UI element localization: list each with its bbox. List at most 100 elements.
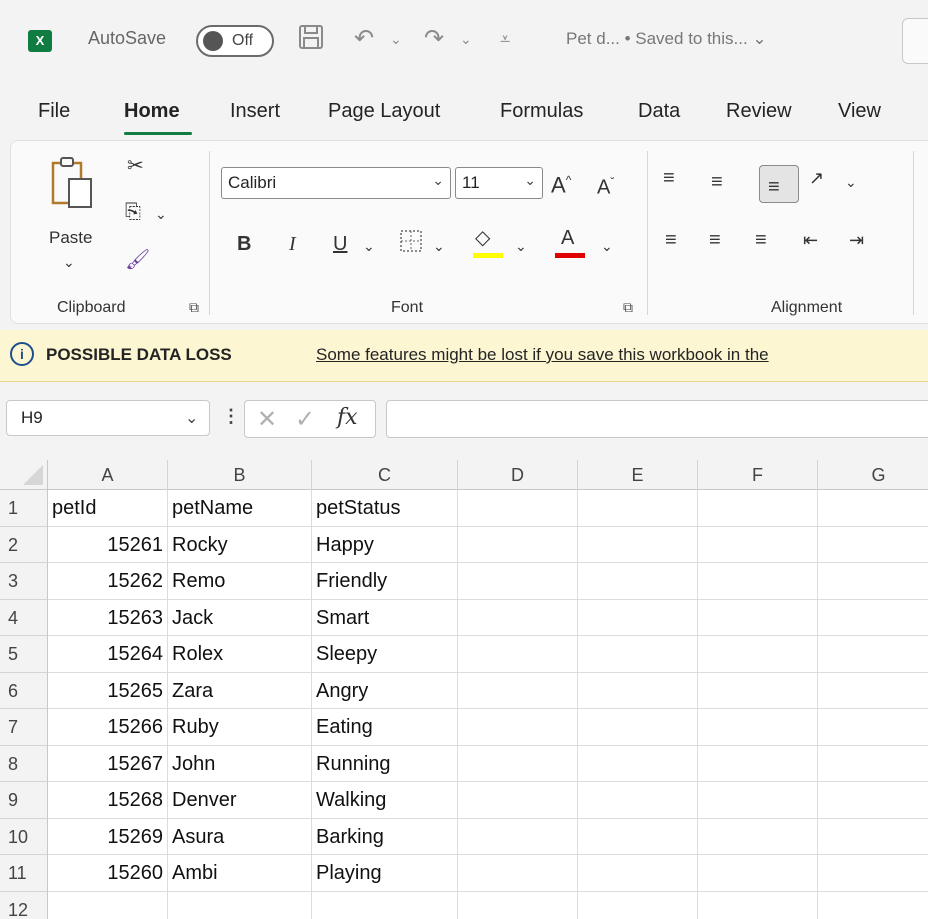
cell-e5[interactable]	[578, 636, 698, 673]
cell-c7[interactable]: Eating	[312, 709, 458, 746]
cell-g9[interactable]	[818, 782, 928, 819]
insert-function-icon[interactable]: fx	[337, 405, 358, 430]
customize-toolbar-icon[interactable]: ⩡	[500, 24, 510, 54]
cell-c8[interactable]: Running	[312, 745, 458, 782]
cut-icon[interactable]: ✂	[127, 155, 144, 177]
cell-f9[interactable]	[698, 782, 818, 819]
tab-formulas[interactable]: Formulas	[500, 100, 583, 123]
tab-data[interactable]: Data	[638, 100, 680, 123]
cell-g5[interactable]	[818, 636, 928, 673]
cell-a10[interactable]: 15269	[48, 818, 168, 855]
cell-e7[interactable]	[578, 709, 698, 746]
cell-b11[interactable]: Ambi	[168, 855, 312, 892]
cell-a1[interactable]: petId	[48, 490, 168, 527]
cell-c4[interactable]: Smart	[312, 599, 458, 636]
cell-d2[interactable]	[458, 526, 578, 563]
cell-d1[interactable]	[458, 490, 578, 527]
cell-d8[interactable]	[458, 745, 578, 782]
cell-b8[interactable]: John	[168, 745, 312, 782]
enter-icon[interactable]: ✓	[295, 405, 315, 434]
font-name-combo[interactable]: Calibri ⌄	[221, 167, 451, 199]
copy-icon[interactable]: ⎘	[125, 201, 141, 223]
cell-g6[interactable]	[818, 673, 928, 709]
font-size-dropdown-icon[interactable]: ⌄	[524, 172, 536, 189]
cell-g7[interactable]	[818, 709, 928, 746]
cell-c9[interactable]: Walking	[312, 782, 458, 819]
undo-icon[interactable]: ↶	[354, 24, 374, 54]
cell-c3[interactable]: Friendly	[312, 563, 458, 600]
cell-a8[interactable]: 15267	[48, 745, 168, 782]
column-header-a[interactable]: A	[48, 460, 168, 490]
cell-b3[interactable]: Remo	[168, 563, 312, 600]
tab-page-layout[interactable]: Page Layout	[328, 100, 440, 123]
cell-f6[interactable]	[698, 672, 818, 709]
column-header-g[interactable]: G	[818, 460, 928, 490]
column-header-b[interactable]: B	[168, 460, 312, 490]
align-right-icon[interactable]: ≡	[755, 229, 767, 251]
cell-g4[interactable]	[818, 600, 928, 636]
cell-e6[interactable]	[578, 672, 698, 709]
paste-label[interactable]: Paste	[49, 227, 92, 249]
cell-c6[interactable]: Angry	[312, 672, 458, 709]
autosave-toggle[interactable]: Off	[196, 25, 274, 57]
align-left-icon[interactable]: ≡	[665, 229, 677, 251]
cell-b9[interactable]: Denver	[168, 782, 312, 819]
increase-indent-icon[interactable]: ⇥	[849, 229, 864, 251]
cell-e3[interactable]	[578, 563, 698, 600]
cell-e2[interactable]	[578, 526, 698, 563]
cell-f10[interactable]	[698, 818, 818, 855]
orientation-icon[interactable]: ↗	[809, 167, 824, 189]
infobar-message-link[interactable]: Some features might be lost if you save …	[316, 345, 769, 365]
cell-a3[interactable]: 15262	[48, 563, 168, 600]
cell-d12[interactable]	[458, 891, 578, 919]
redo-icon[interactable]: ↷	[424, 24, 444, 54]
cell-g12[interactable]	[818, 892, 928, 919]
cell-d7[interactable]	[458, 709, 578, 746]
column-header-d[interactable]: D	[458, 460, 578, 490]
underline-button[interactable]: U	[333, 233, 347, 255]
cell-d10[interactable]	[458, 818, 578, 855]
font-color-icon[interactable]: A	[561, 227, 574, 249]
row-header[interactable]: 1	[0, 490, 48, 527]
cell-e8[interactable]	[578, 745, 698, 782]
cell-d9[interactable]	[458, 782, 578, 819]
name-box[interactable]: H9 ⌄	[6, 400, 210, 436]
cell-f4[interactable]	[698, 599, 818, 636]
row-header[interactable]: 3	[0, 563, 48, 600]
row-header[interactable]: 12	[0, 891, 48, 919]
cell-e10[interactable]	[578, 818, 698, 855]
search-box[interactable]	[902, 18, 928, 64]
cell-d11[interactable]	[458, 855, 578, 892]
cell-f2[interactable]	[698, 526, 818, 563]
row-header[interactable]: 5	[0, 636, 48, 673]
tab-insert[interactable]: Insert	[230, 100, 280, 123]
font-launcher-icon[interactable]: ⧉	[623, 299, 633, 316]
cell-a4[interactable]: 15263	[48, 599, 168, 636]
row-header[interactable]: 6	[0, 672, 48, 709]
document-title[interactable]: Pet d... • Saved to this... ⌄	[566, 29, 767, 49]
row-header[interactable]: 8	[0, 745, 48, 782]
cell-e4[interactable]	[578, 599, 698, 636]
font-color-dropdown-icon[interactable]: ⌄	[601, 235, 613, 257]
cell-a9[interactable]: 15268	[48, 782, 168, 819]
borders-icon[interactable]	[399, 229, 423, 258]
select-all-corner[interactable]	[0, 460, 48, 490]
fill-color-dropdown-icon[interactable]: ⌄	[515, 235, 527, 257]
bottom-align-button[interactable]: ≡	[759, 165, 799, 203]
row-header[interactable]: 10	[0, 818, 48, 855]
cell-f7[interactable]	[698, 709, 818, 746]
font-size-combo[interactable]: 11 ⌄	[455, 167, 543, 199]
tab-home[interactable]: Home	[124, 100, 180, 123]
save-icon[interactable]	[298, 24, 324, 58]
cell-f5[interactable]	[698, 636, 818, 673]
cell-e9[interactable]	[578, 782, 698, 819]
row-header[interactable]: 7	[0, 709, 48, 746]
cell-d6[interactable]	[458, 672, 578, 709]
cell-d5[interactable]	[458, 636, 578, 673]
top-align-icon[interactable]: ≡	[663, 167, 675, 189]
cell-f12[interactable]	[698, 891, 818, 919]
copy-dropdown-icon[interactable]: ⌄	[155, 203, 167, 225]
font-name-dropdown-icon[interactable]: ⌄	[432, 172, 444, 189]
cell-g2[interactable]	[818, 527, 928, 563]
cell-b7[interactable]: Ruby	[168, 709, 312, 746]
